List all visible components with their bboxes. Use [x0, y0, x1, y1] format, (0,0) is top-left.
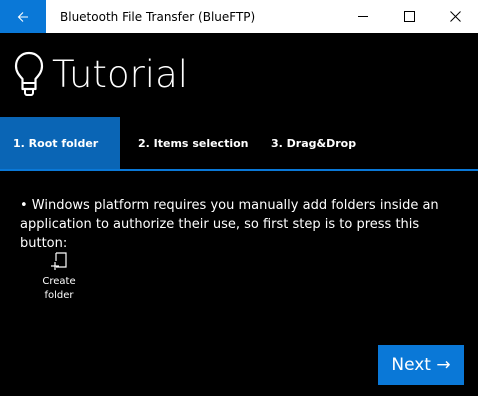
- create-folder-icon: [51, 252, 67, 270]
- minimize-icon: [357, 16, 368, 17]
- tab-drag-drop[interactable]: 3. Drag&Drop: [250, 117, 370, 169]
- lightbulb-icon: [14, 51, 44, 96]
- back-arrow-icon: [17, 11, 28, 22]
- title-bar: Bluetooth File Transfer (BlueFTP): [0, 0, 478, 33]
- instructions-text: • Windows platform requires you manually…: [20, 198, 439, 251]
- close-icon: [449, 11, 461, 22]
- next-button[interactable]: Next →: [378, 345, 464, 385]
- back-button[interactable]: [0, 0, 46, 33]
- page-header: Tutorial: [0, 33, 478, 117]
- tab-bar: 1. Root folder 2. Items selection 3. Dra…: [0, 117, 478, 171]
- tab-items-selection[interactable]: 2. Items selection: [120, 117, 250, 169]
- maximize-icon: [403, 11, 415, 22]
- close-button[interactable]: [432, 0, 478, 33]
- minimize-button[interactable]: [340, 0, 386, 33]
- page-title: Tutorial: [52, 53, 189, 96]
- window-title: Bluetooth File Transfer (BlueFTP): [60, 9, 256, 24]
- create-folder-button[interactable]: Create folder: [34, 252, 84, 303]
- maximize-button[interactable]: [386, 0, 432, 33]
- app-window: Bluetooth File Transfer (BlueFTP) Tutori…: [0, 0, 478, 396]
- tab-root-folder[interactable]: 1. Root folder: [0, 117, 120, 169]
- create-folder-label: Create folder: [42, 276, 76, 301]
